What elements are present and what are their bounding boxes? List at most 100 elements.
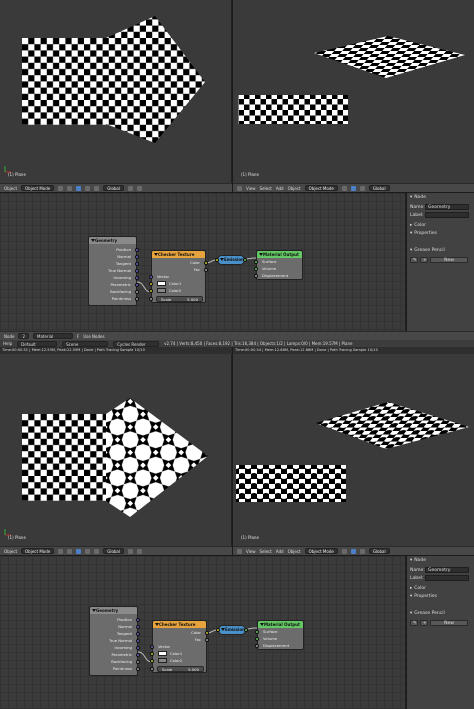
translate-icon[interactable] xyxy=(85,185,91,191)
socket[interactable] xyxy=(135,283,139,287)
scale-field[interactable]: Scale 5.000 xyxy=(157,666,204,672)
socket[interactable] xyxy=(149,275,153,279)
collapse-icon[interactable] xyxy=(260,623,264,626)
new-button[interactable]: New xyxy=(430,257,468,263)
shading-icon[interactable] xyxy=(58,185,64,191)
socket[interactable] xyxy=(149,297,153,301)
socket[interactable] xyxy=(254,260,258,264)
node-editor[interactable]: Geometry Position Normal Tangent True No… xyxy=(0,556,406,709)
material-output-node[interactable]: Material Output Surface Volume Displacem… xyxy=(255,620,304,650)
collapse-icon[interactable] xyxy=(221,628,225,631)
socket[interactable] xyxy=(149,282,153,286)
translate-icon[interactable] xyxy=(359,548,365,554)
checker-node-header[interactable]: Checker Texture xyxy=(153,621,206,628)
orientation-select[interactable]: Global xyxy=(103,548,124,554)
info-menu-help[interactable]: Help xyxy=(3,341,12,346)
socket[interactable] xyxy=(149,289,153,293)
socket[interactable] xyxy=(135,255,139,259)
collapse-icon[interactable] xyxy=(155,623,159,626)
material-output-header[interactable]: Material Output xyxy=(258,621,303,628)
pencil-icon[interactable]: ✎ xyxy=(410,620,418,626)
emission-node[interactable]: Emission xyxy=(215,255,247,265)
header-menu-object[interactable]: Object xyxy=(288,549,301,554)
viewport-right-render[interactable]: (1) Plane xyxy=(233,354,474,546)
layout-select[interactable]: Default xyxy=(17,340,58,347)
socket[interactable] xyxy=(255,630,259,634)
socket[interactable] xyxy=(254,267,258,271)
orientation-select[interactable]: Global xyxy=(368,185,390,191)
header-menu-add[interactable]: Add xyxy=(276,549,284,554)
shading-icon[interactable] xyxy=(58,548,64,554)
translate-icon[interactable] xyxy=(85,548,91,554)
socket[interactable] xyxy=(136,632,140,636)
layers-icon[interactable] xyxy=(128,185,133,191)
new-button[interactable]: New xyxy=(430,620,468,626)
engine-select[interactable]: Cycles Render xyxy=(113,340,160,347)
label-field[interactable] xyxy=(425,575,469,581)
layers-icon[interactable] xyxy=(128,548,133,554)
header-menu-view[interactable]: View xyxy=(246,549,256,554)
geometry-node-header[interactable]: Geometry xyxy=(90,607,137,614)
use-nodes-checkbox[interactable]: Use Nodes xyxy=(83,334,104,339)
pivot-icon[interactable] xyxy=(67,185,73,191)
color1-swatch[interactable] xyxy=(157,281,166,286)
geometry-node[interactable]: Geometry Position Normal Tangent True No… xyxy=(89,606,140,676)
socket[interactable] xyxy=(150,667,154,671)
socket[interactable] xyxy=(254,274,258,278)
socket[interactable] xyxy=(136,667,140,671)
socket[interactable] xyxy=(205,638,209,642)
shading-icon[interactable] xyxy=(341,185,347,191)
socket[interactable] xyxy=(205,631,209,635)
emission-node-header[interactable]: Emission xyxy=(218,256,244,264)
emission-node-header[interactable]: Emission xyxy=(219,626,245,634)
pencil-icon[interactable]: ✎ xyxy=(410,257,418,263)
manipulator-icon[interactable] xyxy=(350,548,356,554)
color2-swatch[interactable] xyxy=(157,288,166,293)
socket[interactable] xyxy=(135,290,139,294)
socket[interactable] xyxy=(135,276,139,280)
color2-swatch[interactable] xyxy=(158,658,167,663)
editor-type-icon[interactable] xyxy=(237,548,242,554)
section-grease-pencil[interactable]: ▾ Grease Pencil xyxy=(410,248,445,253)
orientation-select[interactable]: Global xyxy=(103,185,124,191)
header-menu-select[interactable]: Select xyxy=(260,549,272,554)
socket[interactable] xyxy=(150,645,154,649)
node-editor[interactable]: Geometry Position Normal Tangent True No… xyxy=(0,193,406,331)
socket[interactable] xyxy=(150,659,154,663)
manipulator-icon[interactable] xyxy=(76,185,82,191)
socket[interactable] xyxy=(136,653,140,657)
add-icon[interactable]: + xyxy=(420,257,428,263)
material-output-node[interactable]: Material Output Surface Volume Displacem… xyxy=(254,250,303,280)
mode-select[interactable]: Object Mode xyxy=(304,185,338,191)
collapse-icon[interactable] xyxy=(259,253,263,256)
header-menu-add[interactable]: Add xyxy=(276,186,284,191)
editor-type-icon[interactable] xyxy=(237,185,242,191)
header-menu-select[interactable]: Select xyxy=(260,186,272,191)
manipulator-icon[interactable] xyxy=(350,185,356,191)
geometry-node-header[interactable]: Geometry xyxy=(89,237,136,244)
label-field[interactable] xyxy=(425,212,469,218)
socket[interactable] xyxy=(135,262,139,266)
collapse-icon[interactable] xyxy=(154,253,158,256)
material-slot[interactable]: 2 xyxy=(18,333,29,339)
snap-icon[interactable] xyxy=(137,548,142,554)
footer-menu-node[interactable]: Node xyxy=(4,334,14,339)
name-field[interactable]: Geometry xyxy=(425,567,469,573)
translate-icon[interactable] xyxy=(359,185,365,191)
viewport-right-render[interactable]: (1) Plane xyxy=(233,0,474,183)
checker-texture-node[interactable]: Checker Texture Color Fac Vector Color1 … xyxy=(150,620,209,673)
socket[interactable] xyxy=(136,646,140,650)
socket[interactable] xyxy=(150,652,154,656)
scale-field[interactable]: Scale 5.000 xyxy=(156,296,203,302)
fake-user-toggle[interactable]: F xyxy=(77,334,79,339)
geometry-node[interactable]: Geometry Position Normal Tangent True No… xyxy=(88,236,139,306)
socket[interactable] xyxy=(244,628,248,632)
viewport-left-solid[interactable]: (1) Plane xyxy=(0,0,232,183)
pivot-icon[interactable] xyxy=(67,548,73,554)
snap-icon[interactable] xyxy=(137,185,142,191)
checker-node-header[interactable]: Checker Texture xyxy=(152,251,205,258)
socket[interactable] xyxy=(136,625,140,629)
rotate-icon[interactable] xyxy=(94,548,100,554)
socket[interactable] xyxy=(215,258,219,262)
material-name[interactable]: Material xyxy=(33,333,73,339)
